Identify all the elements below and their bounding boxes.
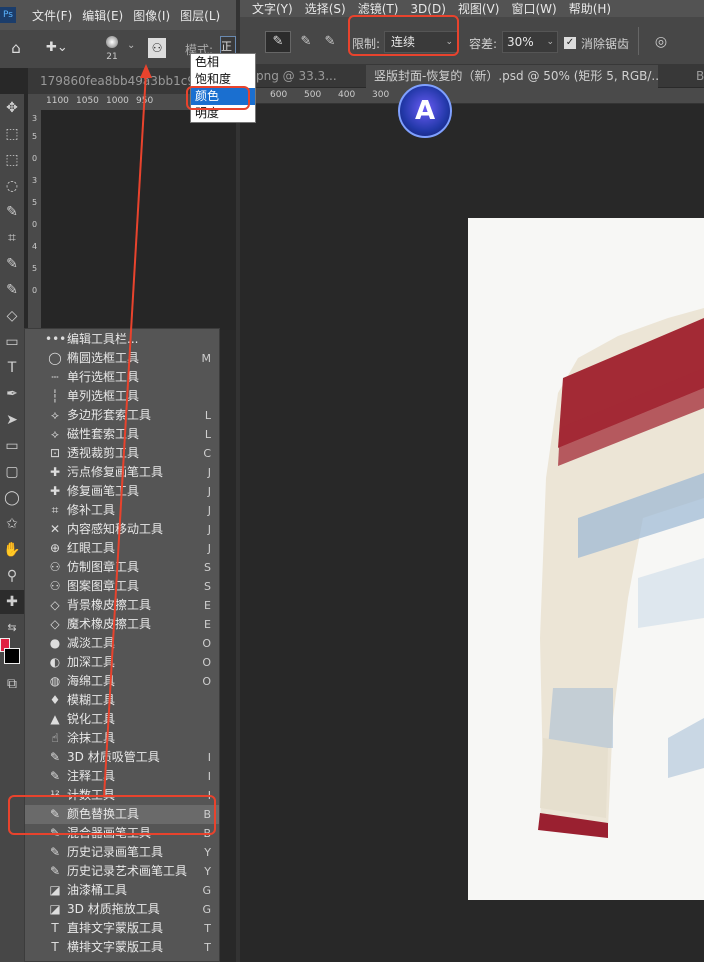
annotation-arrow: [103, 64, 152, 798]
